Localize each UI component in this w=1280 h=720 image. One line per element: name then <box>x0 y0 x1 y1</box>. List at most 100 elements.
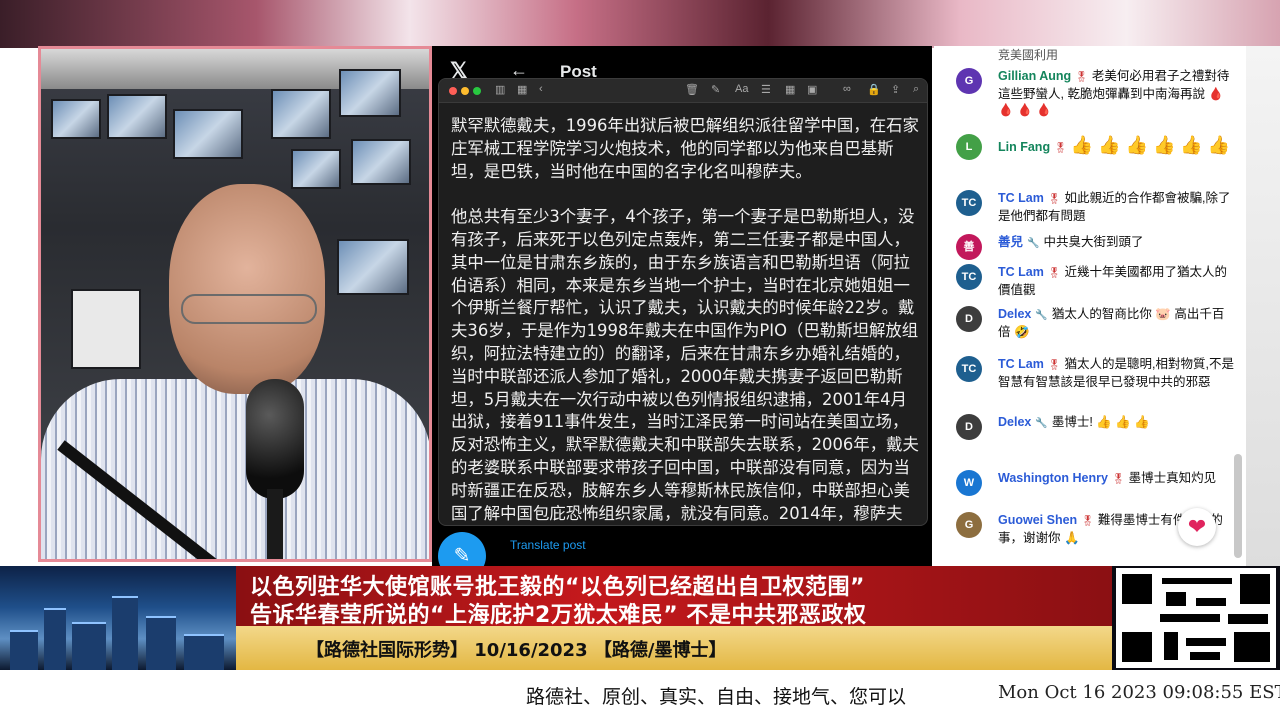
feather-plus-icon[interactable]: ✎ <box>438 532 486 566</box>
chat-author[interactable]: TC Lam <box>998 265 1044 279</box>
wrench-icon: 🔧 <box>1035 418 1048 429</box>
studio-monitor <box>107 94 167 139</box>
lower-third-banner: 以色列驻华大使馆账号批王毅的“以色列已经超出自卫权范围” 告诉华春莹所说的“上海… <box>0 566 1280 670</box>
badge-icon: 🎖 <box>1047 360 1061 371</box>
avatar: G <box>956 68 982 94</box>
search-icon[interactable]: ⌕ <box>913 83 919 96</box>
qr-module <box>1164 632 1178 660</box>
avatar: TC <box>956 264 982 290</box>
right-decorative-strip <box>1246 46 1280 566</box>
qr-module <box>1160 614 1220 622</box>
badge-icon: 🎖 <box>1047 194 1061 205</box>
studio-monitor <box>173 109 243 159</box>
media-icon[interactable]: ▣ <box>807 83 817 96</box>
microphone <box>246 379 304 499</box>
wrench-icon: 🔧 <box>1035 310 1048 321</box>
avatar: G <box>956 512 982 538</box>
share-icon[interactable]: ⇪ <box>891 83 900 96</box>
building-shape <box>112 596 138 670</box>
checklist-icon[interactable]: ☰ <box>761 83 771 96</box>
qr-module <box>1196 598 1226 606</box>
notes-toolbar: ▥ ▦ ‹ 🗑 ✎ Aa ☰ ▦ ▣ ∞ 🔒 ⇪ ⌕ <box>439 79 927 103</box>
headline-banner: 以色列驻华大使馆账号批王毅的“以色列已经超出自卫权范围” 告诉华春莹所说的“上海… <box>236 566 1112 628</box>
avatar: TC <box>956 356 982 382</box>
host-glasses <box>181 294 317 324</box>
studio-monitor <box>71 289 141 369</box>
badge-icon: 🎖 <box>1047 268 1061 279</box>
chat-author[interactable]: Delex <box>998 307 1031 321</box>
avatar: TC <box>956 190 982 216</box>
studio-monitor <box>291 149 341 189</box>
qr-module <box>1186 638 1226 646</box>
chat-author[interactable]: Gillian Aung <box>998 69 1071 83</box>
wrench-icon: 🔧 <box>1027 238 1040 249</box>
chat-author[interactable]: 善兒 <box>998 235 1023 249</box>
translate-post-link[interactable]: Translate post <box>510 538 586 552</box>
live-chat-panel: 竞美國利用 G Gillian Aung 🎖 老美何必用君子之禮對待這些野蠻人, 乾… <box>934 46 1246 566</box>
trash-icon[interactable]: 🗑 <box>685 83 699 96</box>
top-decorative-band <box>0 0 1280 48</box>
post-body-text: 默罕默德戴夫，1996年出狱后被巴解组织派往留学中国，在石家庄军械工程学院学习火… <box>451 116 919 523</box>
chat-author[interactable]: Washington Henry <box>998 471 1108 485</box>
building-shape <box>10 630 38 670</box>
building-shape <box>44 608 66 670</box>
avatar: L <box>956 134 982 160</box>
studio-monitor <box>339 69 401 117</box>
chat-text: 猶太人的智商比你 🐷 高出千百倍 🤣 <box>998 307 1225 339</box>
badge-icon: 🎖 <box>1075 72 1088 83</box>
chat-scrollbar[interactable] <box>1234 454 1242 558</box>
chat-text: 👍 👍 👍 👍 👍 👍 <box>1070 135 1231 155</box>
chevron-left-icon[interactable]: ‹ <box>539 83 543 95</box>
qr-module <box>1190 652 1220 660</box>
building-shape <box>184 634 224 670</box>
show-info-text: 【路德社国际形势】 10/16/2023 【路德/墨博士】 <box>306 640 727 661</box>
qr-module <box>1162 578 1232 584</box>
qr-module <box>1234 632 1270 662</box>
building-shape <box>146 616 176 670</box>
lock-icon[interactable]: 🔒 <box>867 83 881 96</box>
studio-monitor <box>271 89 331 139</box>
avatar: W <box>956 470 982 496</box>
badge-icon: 🎖 <box>1081 516 1094 527</box>
studio-monitor <box>337 239 409 295</box>
chat-text: 中共臭大街到頭了 <box>1043 235 1144 249</box>
show-info-bar: 【路德社国际形势】 10/16/2023 【路德/墨博士】 <box>236 626 1112 670</box>
host-head <box>169 184 325 394</box>
chat-author[interactable]: Delex <box>998 415 1031 429</box>
font-format-icon[interactable]: Aa <box>735 83 748 95</box>
close-window-button[interactable] <box>449 87 457 95</box>
heart-icon[interactable]: ❤ <box>1178 508 1216 546</box>
studio-monitor <box>51 99 101 139</box>
qr-finder <box>1240 574 1270 604</box>
compose-icon[interactable]: ✎ <box>711 83 720 96</box>
chat-author[interactable]: TC Lam <box>998 357 1044 371</box>
qr-finder <box>1122 574 1152 604</box>
share-link-icon[interactable]: ∞ <box>843 83 851 95</box>
qr-code-icon <box>1116 568 1276 668</box>
city-skyline-image <box>0 566 236 670</box>
headline-line-2: 告诉华春莹所说的“上海庇护2万犹太难民” 不是中共邪恶政权 <box>250 603 867 628</box>
building-shape <box>72 622 106 670</box>
badge-icon: 🎖 <box>1111 474 1125 485</box>
chat-author[interactable]: TC Lam <box>998 191 1044 205</box>
ticker-text: 路德社、原创、真实、自由、接地气、您可以 <box>526 686 907 708</box>
qr-module <box>1228 614 1268 624</box>
chat-author[interactable]: Guowei Shen <box>998 513 1077 527</box>
studio-monitor <box>351 139 411 185</box>
chat-text: 墨博士! 👍 👍 👍 <box>1051 415 1150 429</box>
stream-frame: 𝕏 ← Post ▥ ▦ ‹ 🗑 ✎ Aa ☰ ▦ ▣ ∞ 🔒 ⇪ ⌕ 默罕默德… <box>0 0 1280 720</box>
clock: Mon Oct 16 2023 09:08:55 EST <box>998 682 1280 703</box>
minimize-window-button[interactable] <box>461 87 469 95</box>
webcam-video <box>38 46 432 562</box>
maximize-window-button[interactable] <box>473 87 481 95</box>
mic-stand <box>267 489 283 559</box>
qr-finder <box>1122 632 1152 662</box>
sidebar-icon[interactable]: ▥ <box>495 83 505 96</box>
badge-icon: 🎖 <box>1054 143 1067 154</box>
chat-author[interactable]: Lin Fang <box>998 140 1050 154</box>
avatar: D <box>956 414 982 440</box>
table-icon[interactable]: ▦ <box>785 83 795 96</box>
grid-icon[interactable]: ▦ <box>517 83 527 96</box>
x-post-panel: 𝕏 ← Post ▥ ▦ ‹ 🗑 ✎ Aa ☰ ▦ ▣ ∞ 🔒 ⇪ ⌕ 默罕默德… <box>432 46 932 566</box>
notes-window: ▥ ▦ ‹ 🗑 ✎ Aa ☰ ▦ ▣ ∞ 🔒 ⇪ ⌕ 默罕默德戴夫，1996年出… <box>438 78 928 526</box>
